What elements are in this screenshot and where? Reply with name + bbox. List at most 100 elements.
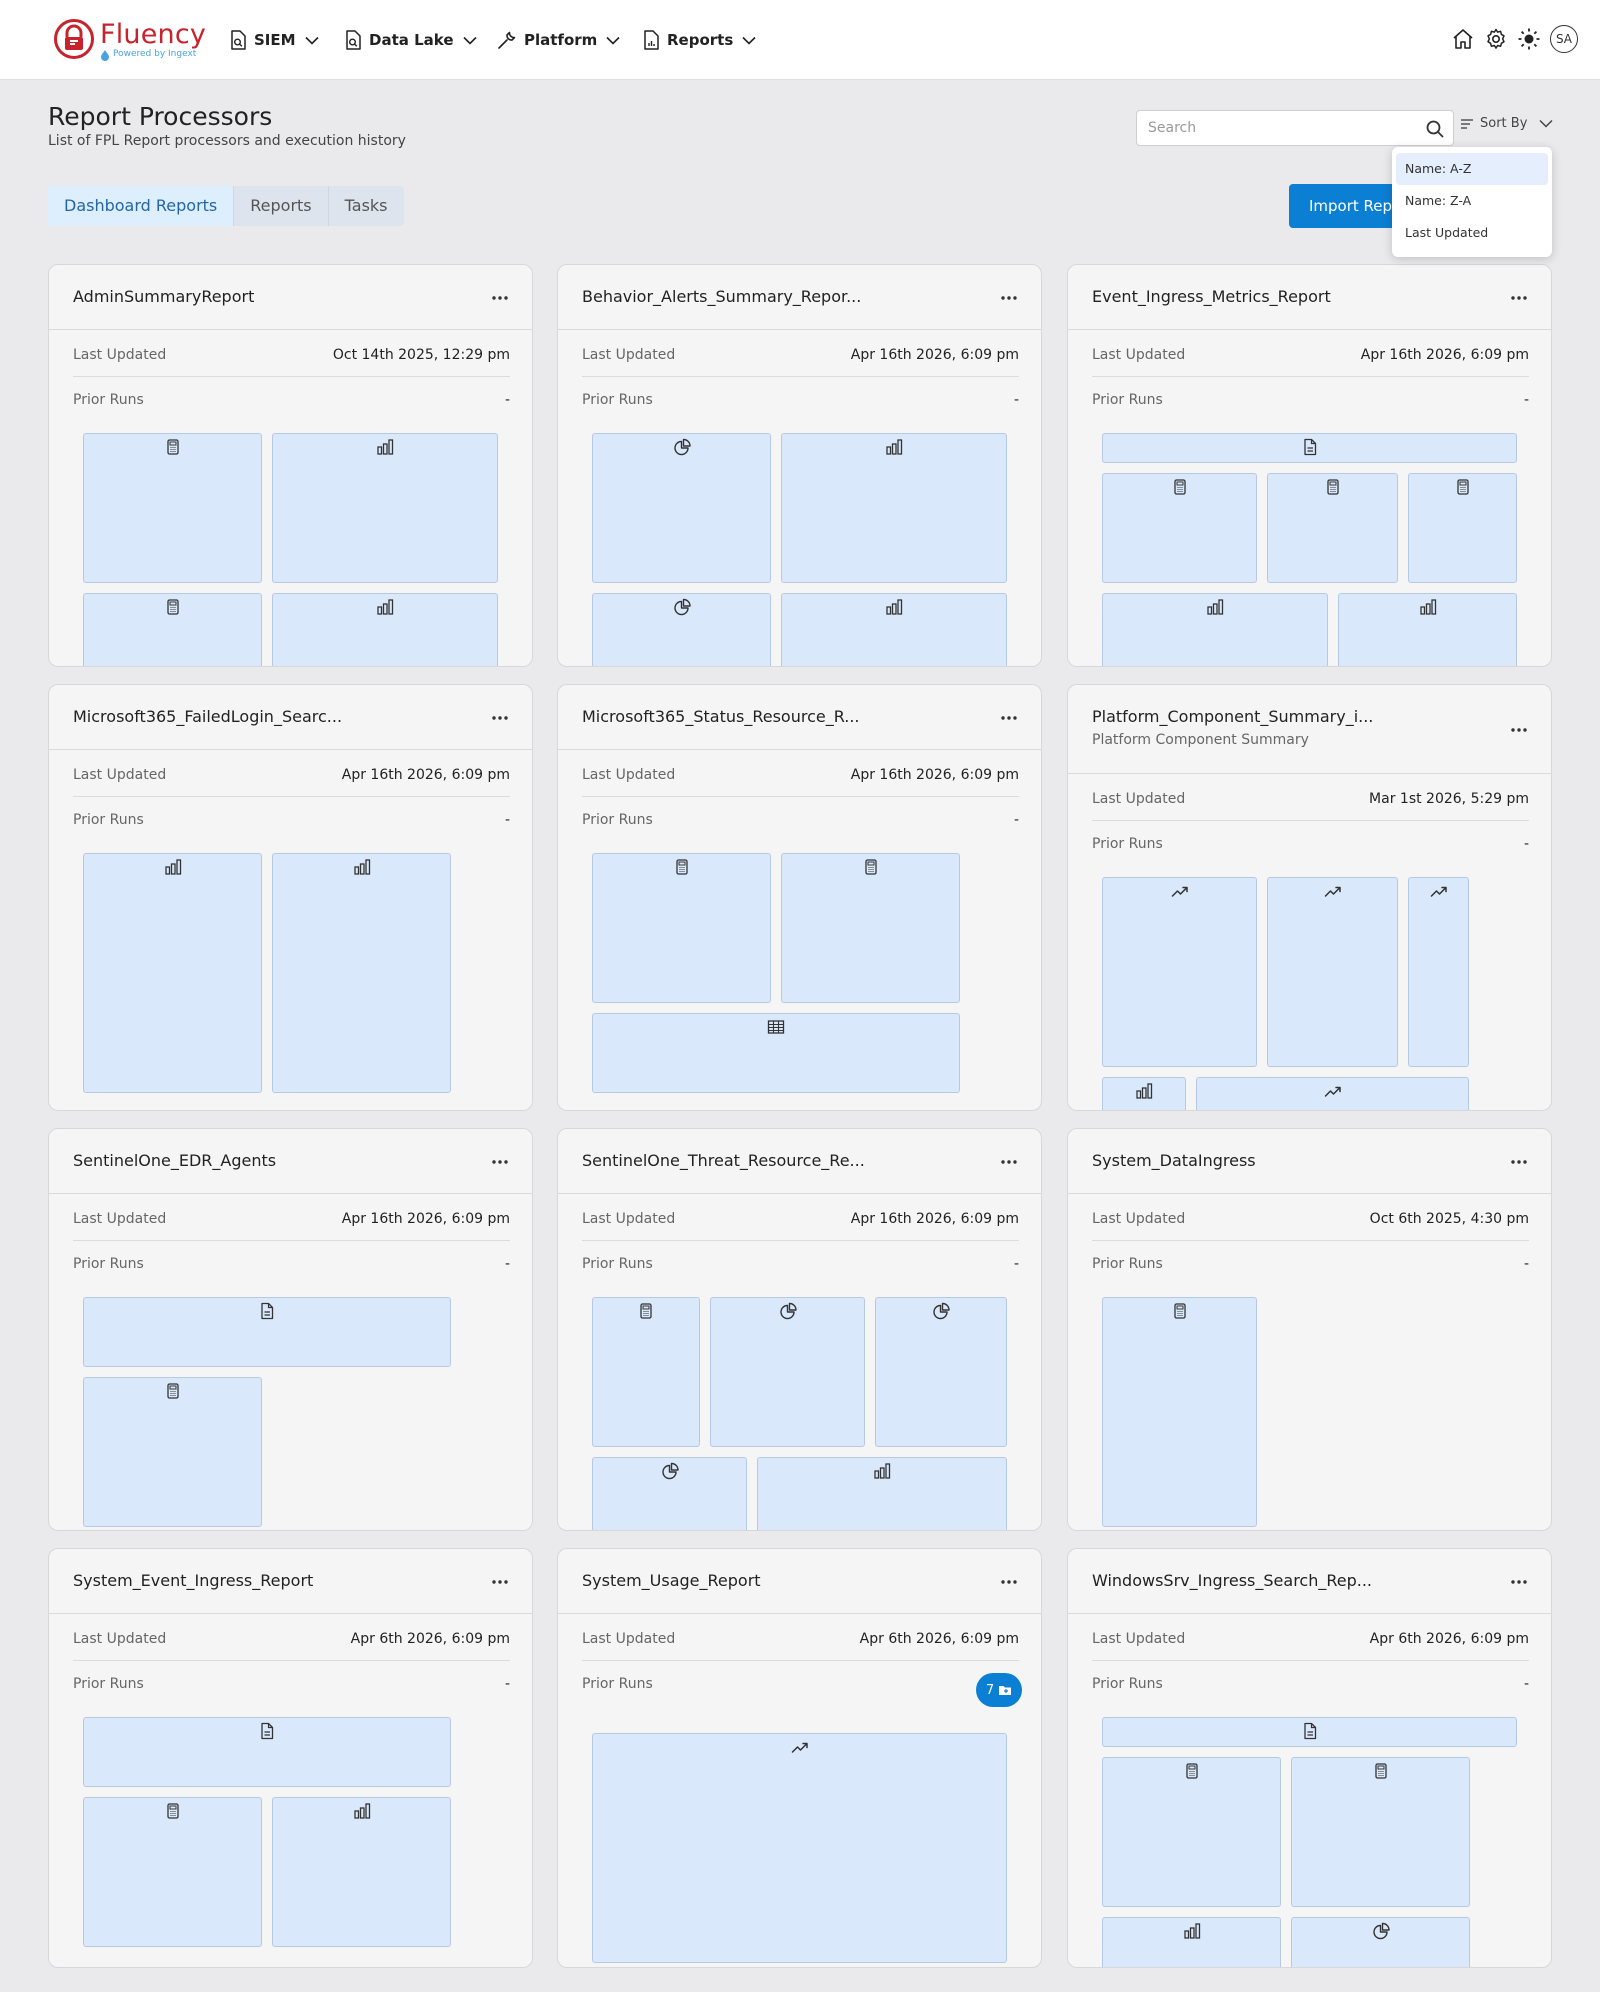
more-options-icon[interactable] [490, 288, 510, 308]
widget-tile[interactable] [592, 1733, 1007, 1963]
prior-runs-label: Prior Runs [582, 392, 653, 408]
more-options-icon[interactable] [490, 708, 510, 728]
widget-tile[interactable] [592, 433, 771, 583]
pie-chart-icon [673, 598, 691, 616]
doc-search-icon [346, 30, 361, 50]
widget-tile[interactable] [83, 593, 262, 666]
more-options-icon[interactable] [999, 708, 1019, 728]
widget-tile[interactable] [592, 1457, 747, 1530]
fluency-logo[interactable]: Fluency Powered by Ingext [53, 18, 206, 62]
more-options-icon[interactable] [490, 1572, 510, 1592]
bar-chart-icon [377, 439, 394, 455]
search-input[interactable] [1148, 111, 1418, 145]
last-updated-row: Last Updated Apr 16th 2026, 6:09 pm [582, 332, 1019, 377]
widget-tile[interactable] [592, 1297, 700, 1447]
calculator-icon [1456, 479, 1469, 495]
nav-data-lake[interactable]: Data Lake [344, 26, 477, 54]
widget-tile[interactable] [1267, 877, 1398, 1067]
nav-reports[interactable]: Reports [642, 26, 756, 54]
card-header: AdminSummaryReport [49, 265, 532, 330]
widget-tile[interactable] [1267, 473, 1398, 583]
widget-tile[interactable] [781, 853, 960, 1003]
report-card[interactable]: System_Event_Ingress_Report Last Updated A… [48, 1548, 533, 1968]
nav-platform[interactable]: Platform [497, 26, 620, 54]
report-card[interactable]: Microsoft365_Status_Resource_R... Last Up… [557, 684, 1042, 1111]
report-card[interactable]: System_Usage_Report Last Updated Apr 6th 2… [557, 1548, 1042, 1968]
more-options-icon[interactable] [999, 1152, 1019, 1172]
report-card[interactable]: Event_Ingress_Metrics_Report Last Updated… [1067, 264, 1552, 667]
home-icon[interactable] [1451, 27, 1475, 51]
widget-tile[interactable] [781, 593, 1007, 666]
widget-tile[interactable] [710, 1297, 865, 1447]
more-options-icon[interactable] [1509, 720, 1529, 740]
sort-option-name-desc[interactable]: Name: Z-A [1396, 185, 1548, 217]
widget-tile[interactable] [1102, 1297, 1257, 1527]
sort-option-name-asc[interactable]: Name: A-Z [1396, 153, 1548, 185]
widget-tile[interactable] [83, 1717, 451, 1787]
avatar[interactable]: SA [1550, 25, 1578, 53]
sort-option-last-updated[interactable]: Last Updated [1396, 217, 1548, 249]
widget-tile[interactable] [1196, 1077, 1469, 1110]
gear-icon[interactable] [1484, 27, 1508, 51]
widget-tile[interactable] [1102, 1077, 1186, 1110]
prior-runs-value: - [1523, 836, 1529, 852]
report-card[interactable]: AdminSummaryReport Last Updated Oct 14th 2… [48, 264, 533, 667]
widget-tile[interactable] [1291, 1917, 1470, 1967]
bar-chart-icon [1419, 599, 1436, 615]
more-options-icon[interactable] [1509, 1572, 1529, 1592]
widget-tile[interactable] [83, 1797, 262, 1947]
widget-tile[interactable] [875, 1297, 1007, 1447]
widget-tile[interactable] [592, 853, 771, 1003]
widget-tile[interactable] [272, 593, 498, 666]
more-options-icon[interactable] [999, 1572, 1019, 1592]
widget-tile[interactable] [592, 1013, 960, 1093]
report-card[interactable]: Platform_Component_Summary_i... Platform … [1067, 684, 1552, 1111]
widget-tile[interactable] [592, 593, 771, 666]
widget-tile[interactable] [83, 1377, 262, 1527]
more-options-icon[interactable] [1509, 1152, 1529, 1172]
search-icon[interactable] [1425, 119, 1445, 139]
report-card[interactable]: Microsoft365_FailedLogin_Searc... Last Up… [48, 684, 533, 1111]
report-card[interactable]: Behavior_Alerts_Summary_Repor... Last Upd… [557, 264, 1042, 667]
widget-tile[interactable] [1102, 593, 1328, 666]
prior-runs-badge[interactable]: 7 [976, 1673, 1022, 1707]
widget-tile[interactable] [272, 1797, 451, 1947]
sun-icon[interactable] [1517, 27, 1541, 51]
more-options-icon[interactable] [1509, 288, 1529, 308]
sort-by-button[interactable]: Sort By [1460, 116, 1553, 131]
prior-runs-label: Prior Runs [1092, 392, 1163, 408]
more-options-icon[interactable] [490, 1152, 510, 1172]
tab-reports[interactable]: Reports [234, 186, 329, 226]
report-card[interactable]: SentinelOne_Threat_Resource_Re... Last Up… [557, 1128, 1042, 1531]
widget-tile[interactable] [83, 1297, 451, 1367]
widget-tile[interactable] [1408, 877, 1469, 1067]
widget-tile[interactable] [757, 1457, 1007, 1530]
widget-tile[interactable] [1102, 433, 1517, 463]
tab-tasks[interactable]: Tasks [329, 186, 404, 226]
widget-tile[interactable] [1291, 1757, 1470, 1907]
nav-siem[interactable]: SIEM [229, 26, 319, 54]
tab-dashboard-reports[interactable]: Dashboard Reports [48, 186, 235, 226]
calculator-icon [1326, 479, 1339, 495]
card-title: System_Event_Ingress_Report [73, 1571, 314, 1590]
calculator-icon [1185, 1763, 1198, 1779]
widget-tile[interactable] [1102, 1717, 1517, 1747]
report-card[interactable]: System_DataIngress Last Updated Oct 6th 20… [1067, 1128, 1552, 1531]
widget-tile[interactable] [781, 433, 1007, 583]
widget-tile[interactable] [1338, 593, 1517, 666]
report-card[interactable]: WindowsSrv_Ingress_Search_Rep... Last Upd… [1067, 1548, 1552, 1968]
widget-tile[interactable] [272, 433, 498, 583]
last-updated-label: Last Updated [73, 1631, 167, 1647]
last-updated-row: Last Updated Mar 1st 2026, 5:29 pm [1092, 776, 1529, 821]
more-options-icon[interactable] [999, 288, 1019, 308]
widget-tile[interactable] [272, 853, 451, 1093]
widget-tile[interactable] [83, 853, 262, 1093]
widget-tile[interactable] [1102, 1917, 1281, 1967]
widget-tile[interactable] [1408, 473, 1517, 583]
card-title: Microsoft365_FailedLogin_Searc... [73, 707, 343, 726]
widget-tile[interactable] [83, 433, 262, 583]
widget-tile[interactable] [1102, 1757, 1281, 1907]
widget-tile[interactable] [1102, 877, 1257, 1067]
widget-tile[interactable] [1102, 473, 1257, 583]
report-card[interactable]: SentinelOne_EDR_Agents Last Updated Apr 16… [48, 1128, 533, 1531]
